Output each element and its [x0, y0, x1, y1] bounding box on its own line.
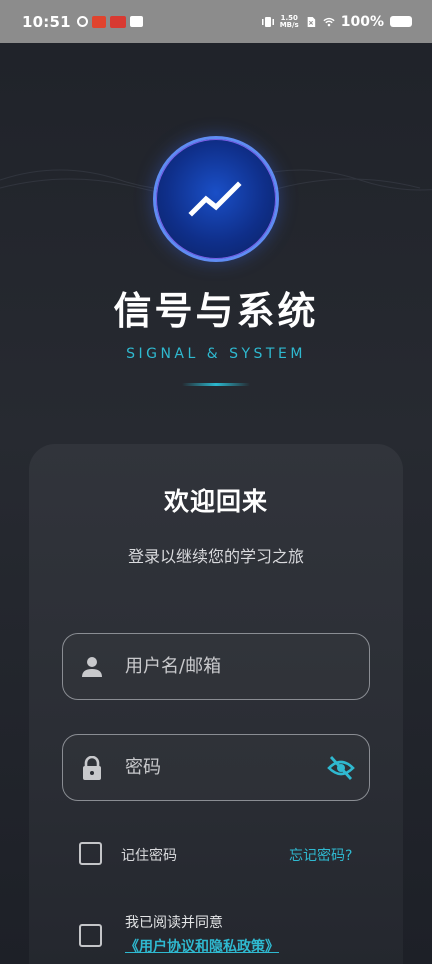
app-title: 信号与系统 — [113, 289, 319, 333]
lock-icon — [83, 756, 101, 780]
notification-icons — [76, 15, 143, 28]
forgot-password-link[interactable]: 忘记密码? — [289, 845, 352, 865]
password-field[interactable] — [62, 734, 370, 801]
network-speed: 1.50 MB/s — [279, 14, 299, 29]
message-icon — [129, 16, 143, 27]
sim-icon — [307, 16, 315, 27]
password-input[interactable] — [125, 735, 345, 800]
wifi-icon — [323, 17, 335, 26]
username-input[interactable] — [125, 634, 345, 699]
eye-off-icon[interactable] — [327, 755, 355, 781]
terms-privacy-link[interactable]: 《用户协议和隐私政策》 — [125, 936, 279, 956]
title-underline — [182, 383, 250, 386]
welcome-subheading: 登录以继续您的学习之旅 — [127, 547, 304, 566]
status-right: 1.50 MB/s 100% — [261, 13, 412, 30]
agree-terms-checkbox[interactable] — [79, 924, 102, 947]
agree-terms-text: 我已阅读并同意 — [125, 915, 223, 931]
app-notification-icon — [91, 15, 106, 28]
login-card — [29, 444, 403, 964]
status-time: 10:51 — [22, 12, 71, 31]
status-bar: 10:51 1.50 MB/s 100% — [0, 0, 432, 43]
remember-password-checkbox[interactable] — [79, 842, 102, 865]
person-icon — [82, 657, 102, 677]
app-subtitle: SIGNAL & SYSTEM — [126, 346, 306, 362]
username-field[interactable] — [62, 633, 370, 700]
app-notification-icon — [76, 16, 88, 27]
battery-icon — [390, 16, 412, 27]
remember-password-label: 记住密码 — [121, 848, 177, 864]
network-speed-unit: MB/s — [279, 20, 299, 29]
welcome-heading: 欢迎回来 — [163, 487, 268, 516]
battery-percent: 100% — [340, 13, 384, 30]
app-notification-icon — [109, 15, 126, 28]
login-screen: 10:51 1.50 MB/s 100% 信号与系统 SIGNAL & SYST… — [0, 0, 432, 964]
vibrate-icon — [261, 16, 274, 27]
app-logo — [153, 136, 279, 262]
trend-line-icon — [188, 181, 242, 217]
